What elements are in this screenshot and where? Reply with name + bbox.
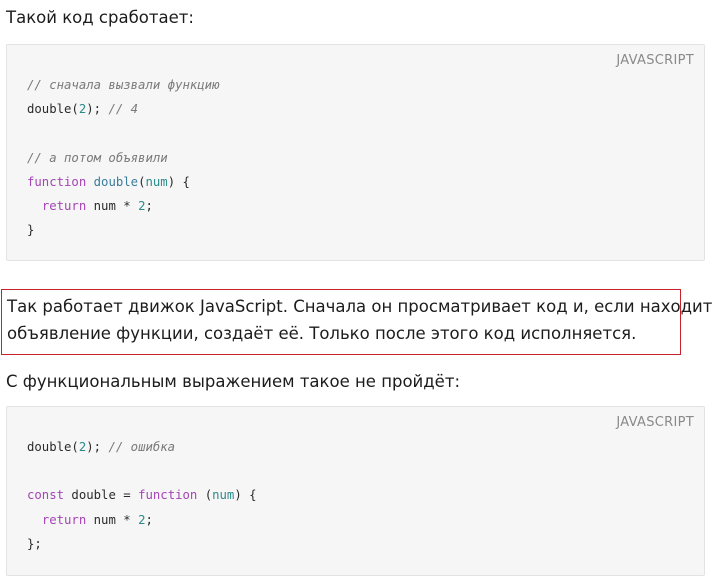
- expression-intro-paragraph: С функциональным выражением такое не про…: [6, 372, 460, 391]
- code-token: num: [145, 174, 168, 189]
- code-token: return: [41, 198, 87, 213]
- code-token: );: [86, 440, 109, 454]
- code-token: double =: [64, 488, 139, 503]
- code-content: double(2); // ошибка const double = func…: [27, 435, 257, 556]
- code-line: return num * 2;: [27, 194, 220, 218]
- code-block-declaration: JAVASCRIPT // сначала вызвали функцию dou…: [6, 44, 705, 261]
- code-token: double(: [27, 102, 79, 117]
- code-line: return num * 2;: [27, 508, 257, 532]
- code-line: // а потом объявили: [27, 146, 220, 170]
- code-token: );: [86, 102, 109, 117]
- code-token: // сначала вызвали функцию: [27, 78, 220, 92]
- highlighted-explanation: Так работает движок JavaScript. Сначала …: [1, 289, 712, 355]
- code-token: num *: [86, 512, 139, 527]
- code-line: };: [27, 532, 257, 556]
- code-token: // ошибка: [108, 440, 176, 454]
- code-line: const double = function (num) {: [27, 483, 257, 507]
- code-token: const: [27, 488, 65, 503]
- code-token: ;: [145, 198, 153, 213]
- code-line: }: [27, 218, 220, 242]
- code-token: double: [93, 174, 139, 189]
- code-line: function double(num) {: [27, 170, 220, 194]
- code-language-label: JAVASCRIPT: [616, 53, 694, 68]
- explanation-line-2: объявление функции, создаёт её. Только п…: [7, 324, 637, 343]
- code-content: // сначала вызвали функцию double(2); // …: [27, 73, 220, 242]
- code-token: num *: [86, 198, 139, 213]
- code-token: }: [27, 223, 35, 238]
- intro-paragraph: Такой код сработает:: [6, 8, 194, 27]
- code-token: return: [41, 512, 87, 527]
- code-token: ) {: [167, 174, 190, 189]
- code-block-expression: JAVASCRIPT double(2); // ошибка const do…: [6, 406, 705, 576]
- code-token: function: [138, 488, 198, 503]
- code-token: (: [197, 488, 213, 503]
- code-token: };: [27, 536, 42, 551]
- code-token: ) {: [234, 488, 257, 503]
- explanation-line-1: Так работает движок JavaScript. Сначала …: [7, 297, 713, 316]
- code-token: double(: [27, 440, 79, 454]
- code-token: num: [212, 488, 235, 503]
- code-token: function: [27, 174, 87, 189]
- code-language-label: JAVASCRIPT: [616, 415, 694, 430]
- code-token: // 4: [108, 102, 139, 117]
- code-token: // а потом объявили: [27, 150, 168, 165]
- code-line: double(2); // ошибка: [27, 435, 257, 459]
- code-token: ;: [145, 512, 153, 527]
- code-line: // сначала вызвали функцию: [27, 73, 220, 97]
- code-line: double(2); // 4: [27, 97, 220, 121]
